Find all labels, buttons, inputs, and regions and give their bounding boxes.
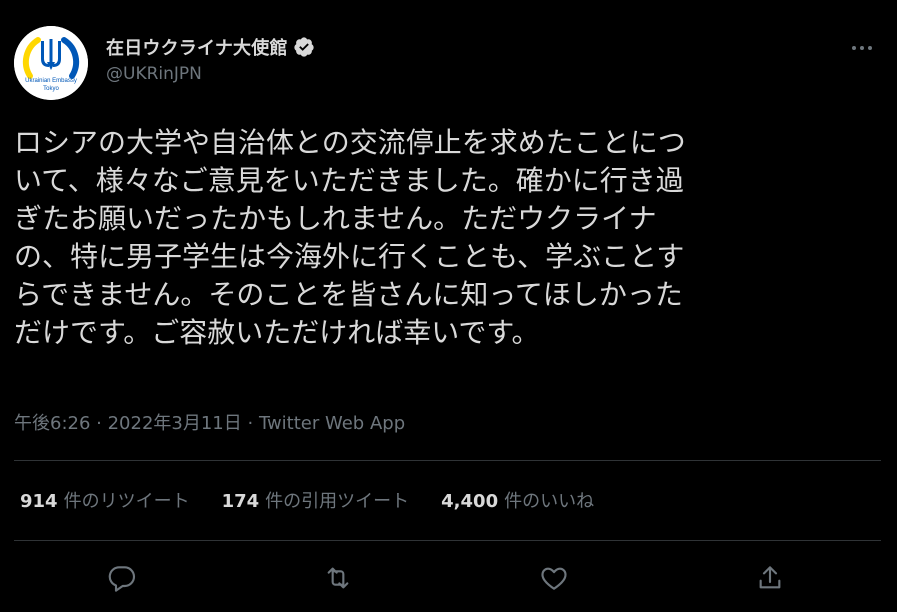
likes-stat[interactable]: 4,400 件のいいね — [441, 487, 594, 513]
retweet-icon — [327, 567, 349, 589]
likes-count: 4,400 — [441, 491, 499, 512]
tweet-stats: 914 件のリツイート 174 件の引用ツイート 4,400 件のいいね — [20, 487, 626, 513]
tweet-text: ロシアの大学や自治体との交流停止を求めたことにつ いて、様々なご意見をいただきま… — [14, 126, 686, 349]
tweet-date[interactable]: 2022年3月11日 — [108, 413, 242, 434]
display-name[interactable]: 在日ウクライナ大使館 — [106, 34, 288, 60]
divider — [14, 540, 881, 541]
avatar-caption-line1: Ukrainian Embassy — [25, 78, 77, 84]
tweet-header: Ukrainian Embassy Tokyo 在日ウクライナ大使館 @UKRi… — [14, 26, 883, 102]
quotes-count: 174 — [221, 491, 260, 512]
like-button[interactable] — [538, 562, 570, 594]
retweets-count: 914 — [20, 491, 58, 512]
embassy-logo-icon: Ukrainian Embassy Tokyo — [14, 26, 88, 100]
reply-icon — [108, 566, 136, 592]
share-button[interactable] — [754, 562, 786, 594]
tweet-time[interactable]: 午後6:26 — [14, 413, 90, 434]
reply-button[interactable] — [106, 562, 138, 594]
heart-icon — [541, 567, 567, 590]
action-bar — [0, 558, 897, 598]
display-name-row: 在日ウクライナ大使館 — [106, 34, 315, 60]
retweet-button[interactable] — [322, 562, 354, 594]
meta-separator: · — [241, 413, 259, 434]
retweets-label: 件のリツイート — [63, 491, 190, 512]
quotes-stat[interactable]: 174 件の引用ツイート — [222, 487, 410, 513]
quotes-label: 件の引用ツイート — [265, 491, 410, 512]
likes-label: 件のいいね — [504, 491, 595, 512]
handle[interactable]: @UKRinJPN — [106, 64, 315, 84]
author-info: 在日ウクライナ大使館 @UKRinJPN — [106, 34, 315, 84]
avatar-caption-line2: Tokyo — [43, 86, 59, 92]
share-icon — [759, 566, 781, 589]
verified-badge-icon — [293, 36, 315, 58]
divider — [14, 460, 881, 461]
tweet-source[interactable]: Twitter Web App — [259, 413, 405, 434]
avatar[interactable]: Ukrainian Embassy Tokyo — [14, 26, 88, 100]
more-icon[interactable] — [849, 38, 875, 58]
tweet-meta: 午後6:26 · 2022年3月11日 · Twitter Web App — [14, 409, 405, 435]
meta-separator: · — [90, 413, 108, 434]
retweets-stat[interactable]: 914 件のリツイート — [20, 487, 190, 513]
